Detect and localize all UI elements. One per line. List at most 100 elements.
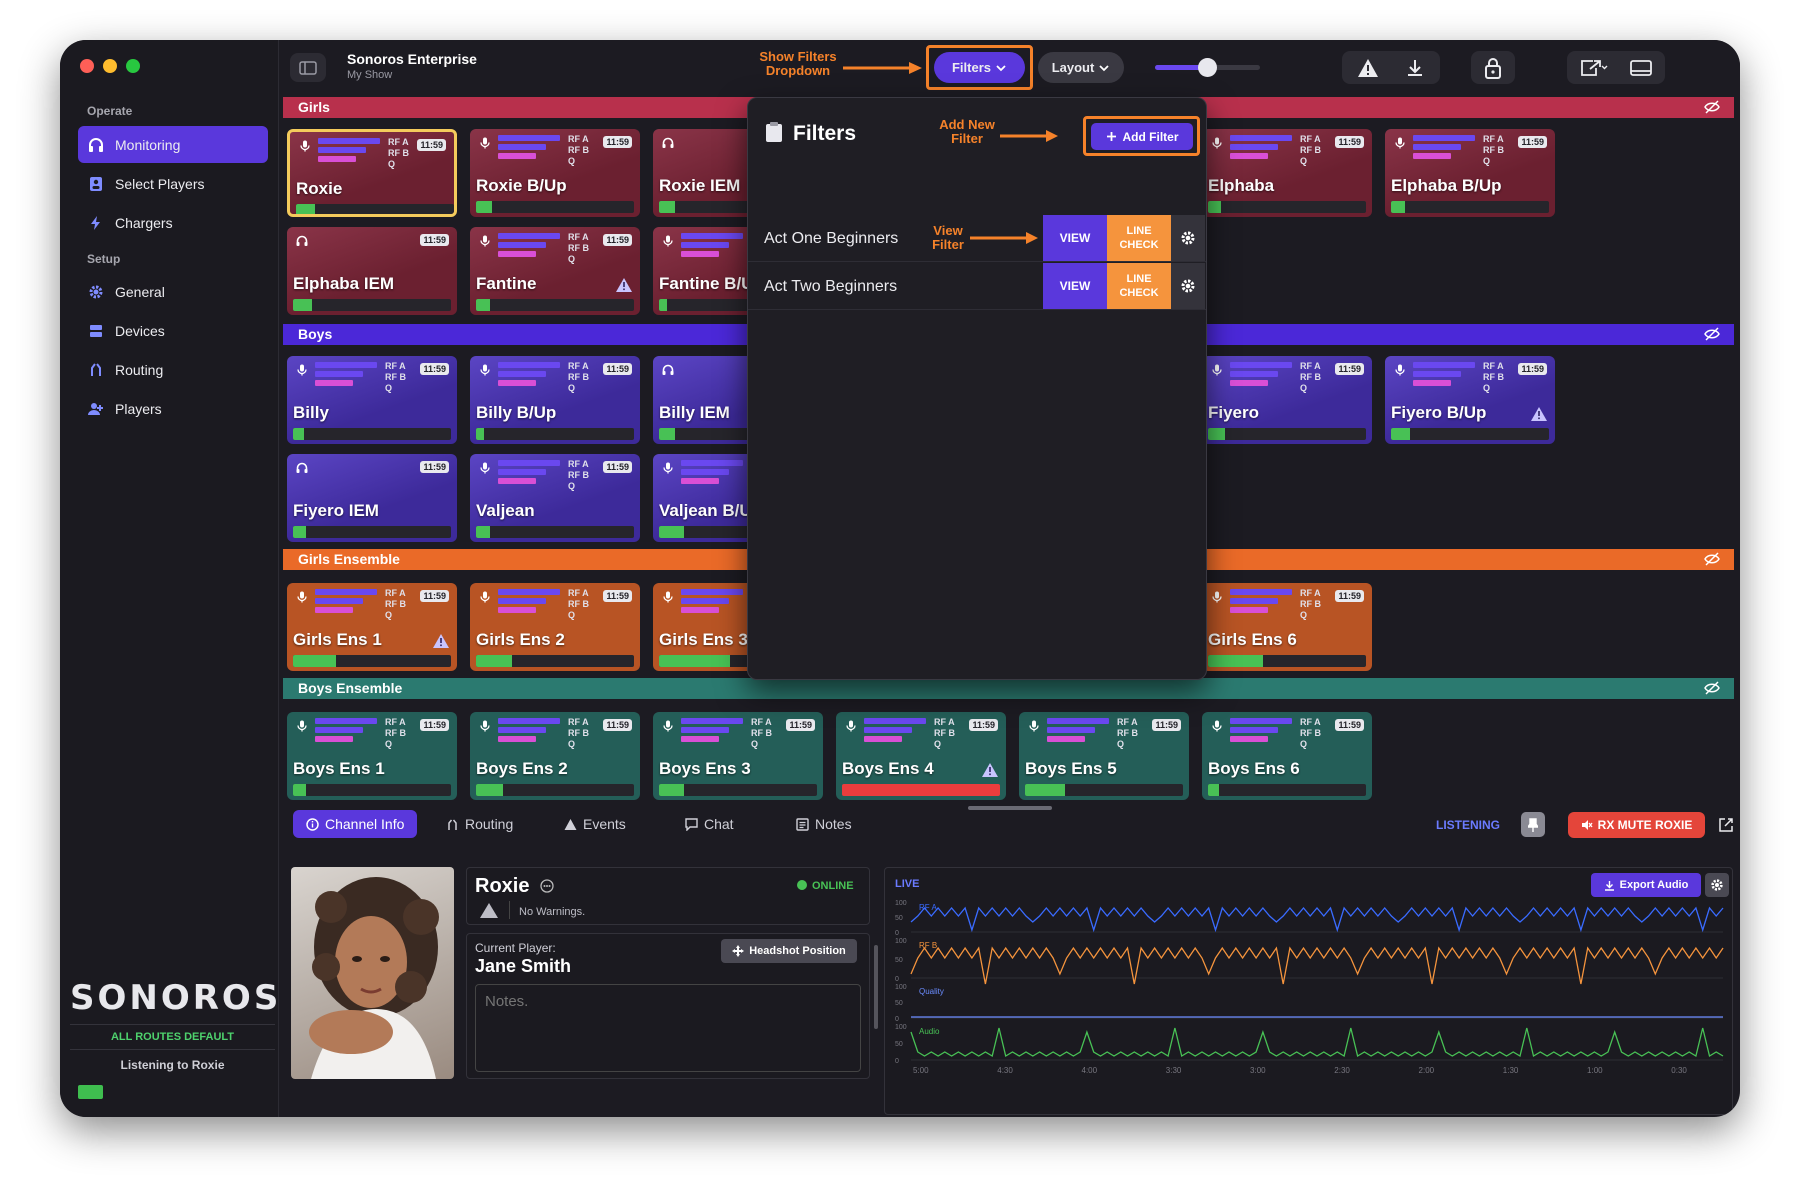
- sidebar-item-general[interactable]: General: [78, 273, 268, 310]
- headphones-icon: [662, 364, 674, 375]
- filters-dropdown-button[interactable]: Filters: [934, 52, 1025, 83]
- channel-tile[interactable]: RF A RF B Q 11:59 Girls Ens 2: [470, 583, 640, 671]
- channel-tile[interactable]: RF A RF B Q 11:59 Billy: [287, 356, 457, 444]
- channel-tile[interactable]: RF A RF B Q 11:59 Valjean: [470, 454, 640, 542]
- channel-tile[interactable]: RF A RF B Q 11:59 Boys Ens 2: [470, 712, 640, 800]
- rf-meter: [315, 589, 377, 621]
- rf-b-label: RF B: [388, 148, 409, 158]
- eye-off-icon[interactable]: [1704, 681, 1720, 695]
- rf-meter: [498, 362, 560, 394]
- q-label: Q: [751, 739, 759, 749]
- line-check-button[interactable]: LINE CHECK: [1107, 263, 1171, 309]
- annotation-add-new-filter: Add New Filter: [939, 117, 995, 146]
- close-window-button[interactable]: [80, 59, 94, 73]
- sidebar-item-devices[interactable]: Devices: [78, 312, 268, 349]
- tab-routing[interactable]: Routing: [433, 810, 526, 838]
- sidebar: Operate Monitoring Select Players Charge…: [60, 40, 279, 1117]
- channel-tile[interactable]: RF A RF B Q 11:59 Fantine: [470, 227, 640, 315]
- sidebar-item-label: Players: [115, 400, 162, 417]
- audio-level-meter: [1208, 201, 1366, 213]
- battery-time-badge: 11:59: [603, 234, 632, 246]
- tab-notes[interactable]: Notes: [783, 810, 865, 838]
- lock-button[interactable]: [1471, 51, 1515, 84]
- sidebar-item-players[interactable]: Players: [78, 390, 268, 427]
- rf-labels: RF ARF BQ: [1117, 717, 1138, 750]
- tab-chat[interactable]: Chat: [672, 810, 747, 838]
- filter-row[interactable]: Act One Beginners View Filter VIEW LINE …: [748, 215, 1206, 262]
- warning-icon[interactable]: [1357, 58, 1379, 78]
- view-filter-button[interactable]: VIEW: [1043, 215, 1107, 261]
- channel-tile[interactable]: RF A RF B Q 11:59 Elphaba: [1202, 129, 1372, 217]
- rf-a-label: RF A: [385, 588, 406, 598]
- audio-level-meter: [476, 428, 634, 440]
- channel-tile[interactable]: RF A RF B Q 11:59 Fiyero B/Up: [1385, 356, 1555, 444]
- options-icon[interactable]: [540, 879, 554, 893]
- warning-icon: [480, 903, 498, 918]
- notes-field[interactable]: [475, 984, 861, 1072]
- annotation-show-filters: Show Filters Dropdown: [759, 49, 837, 78]
- rf-a-label: RF A: [751, 717, 772, 727]
- audio-level-meter: [293, 428, 451, 440]
- channel-tile[interactable]: RF A RF B Q 11:59 Elphaba B/Up: [1385, 129, 1555, 217]
- line-check-button[interactable]: LINE CHECK: [1107, 215, 1171, 261]
- rx-mute-button[interactable]: RX MUTE ROXIE: [1568, 812, 1705, 838]
- download-icon[interactable]: [1405, 58, 1425, 78]
- toggle-sidebar-button[interactable]: [290, 53, 326, 82]
- tab-channel-info[interactable]: Channel Info: [293, 810, 418, 838]
- eye-off-icon[interactable]: [1704, 552, 1720, 566]
- sidebar-item-routing[interactable]: Routing: [78, 351, 268, 388]
- channel-tile[interactable]: RF A RF B Q 11:59 Boys Ens 4: [836, 712, 1006, 800]
- rf-b-label: RF B: [385, 372, 406, 382]
- group-title: Boys Ensemble: [298, 680, 403, 696]
- group-bar-boys-ensemble[interactable]: Boys Ensemble: [283, 678, 1734, 699]
- filter-settings-button[interactable]: [1171, 215, 1205, 261]
- external-window-icon[interactable]: [1719, 818, 1733, 832]
- filter-settings-button[interactable]: [1171, 263, 1205, 309]
- add-filter-button[interactable]: Add Filter: [1091, 123, 1193, 150]
- q-label: Q: [568, 254, 576, 264]
- channel-tile[interactable]: 11:59 Fiyero IEM: [287, 454, 457, 542]
- sidebar-item-monitoring[interactable]: Monitoring: [78, 126, 268, 163]
- rf-labels: RF ARF BQ: [1483, 361, 1504, 394]
- minimize-window-button[interactable]: [103, 59, 117, 73]
- filter-row[interactable]: Act Two Beginners VIEW LINE CHECK: [748, 263, 1206, 310]
- channel-tile[interactable]: RF A RF B Q 11:59 Boys Ens 5: [1019, 712, 1189, 800]
- channel-tile[interactable]: RF A RF B Q 11:59 Roxie B/Up: [470, 129, 640, 217]
- channel-tile[interactable]: RF A RF B Q 11:59 Girls Ens 6: [1202, 583, 1372, 671]
- eye-off-icon[interactable]: [1704, 100, 1720, 114]
- microphone-icon: [1029, 720, 1039, 732]
- volume-slider[interactable]: [1155, 58, 1260, 77]
- channel-name: Girls Ens 2: [476, 630, 565, 649]
- channel-tile[interactable]: RF A RF B Q 11:59 Boys Ens 1: [287, 712, 457, 800]
- channel-tile[interactable]: 11:59 Elphaba IEM: [287, 227, 457, 315]
- channel-tile[interactable]: RF A RF B Q 11:59 Billy B/Up: [470, 356, 640, 444]
- channel-tile[interactable]: RF A RF B Q 11:59 Fiyero: [1202, 356, 1372, 444]
- microphone-icon: [1212, 591, 1222, 603]
- channel-tile[interactable]: RF A RF B Q 11:59 Boys Ens 3: [653, 712, 823, 800]
- battery-time-badge: 11:59: [1335, 363, 1364, 375]
- external-window-icon[interactable]: [1580, 59, 1608, 77]
- pin-listening-button[interactable]: [1521, 812, 1545, 837]
- panel-layout-icon[interactable]: [1630, 59, 1652, 76]
- bottom-tabs: Channel Info Routing Events Chat Notes L…: [283, 810, 1734, 846]
- routing-icon: [448, 819, 457, 830]
- view-filter-button[interactable]: VIEW: [1043, 263, 1107, 309]
- q-label: Q: [1300, 610, 1308, 620]
- volume-slider-thumb[interactable]: [1198, 58, 1217, 77]
- sidebar-item-chargers[interactable]: Chargers: [78, 204, 268, 241]
- info-scrollbar[interactable]: [874, 945, 878, 1029]
- channel-tile[interactable]: RF A RF B Q 11:59 Girls Ens 1: [287, 583, 457, 671]
- sidebar-item-select-players[interactable]: Select Players: [78, 165, 268, 202]
- battery-time-badge: 11:59: [1335, 590, 1364, 602]
- channel-name: Billy IEM: [659, 403, 730, 422]
- track-label: RF B: [919, 941, 937, 950]
- layout-dropdown-button[interactable]: Layout: [1038, 52, 1124, 83]
- q-label: Q: [568, 156, 576, 166]
- channel-tile[interactable]: RF A RF B Q 11:59 Roxie: [287, 129, 457, 217]
- channel-tile[interactable]: RF A RF B Q 11:59 Boys Ens 6: [1202, 712, 1372, 800]
- tab-events[interactable]: Events: [551, 810, 639, 838]
- zoom-window-button[interactable]: [126, 59, 140, 73]
- eye-off-icon[interactable]: [1704, 327, 1720, 341]
- headshot-position-button[interactable]: Headshot Position: [721, 939, 857, 963]
- channel-name: Valjean: [476, 501, 535, 520]
